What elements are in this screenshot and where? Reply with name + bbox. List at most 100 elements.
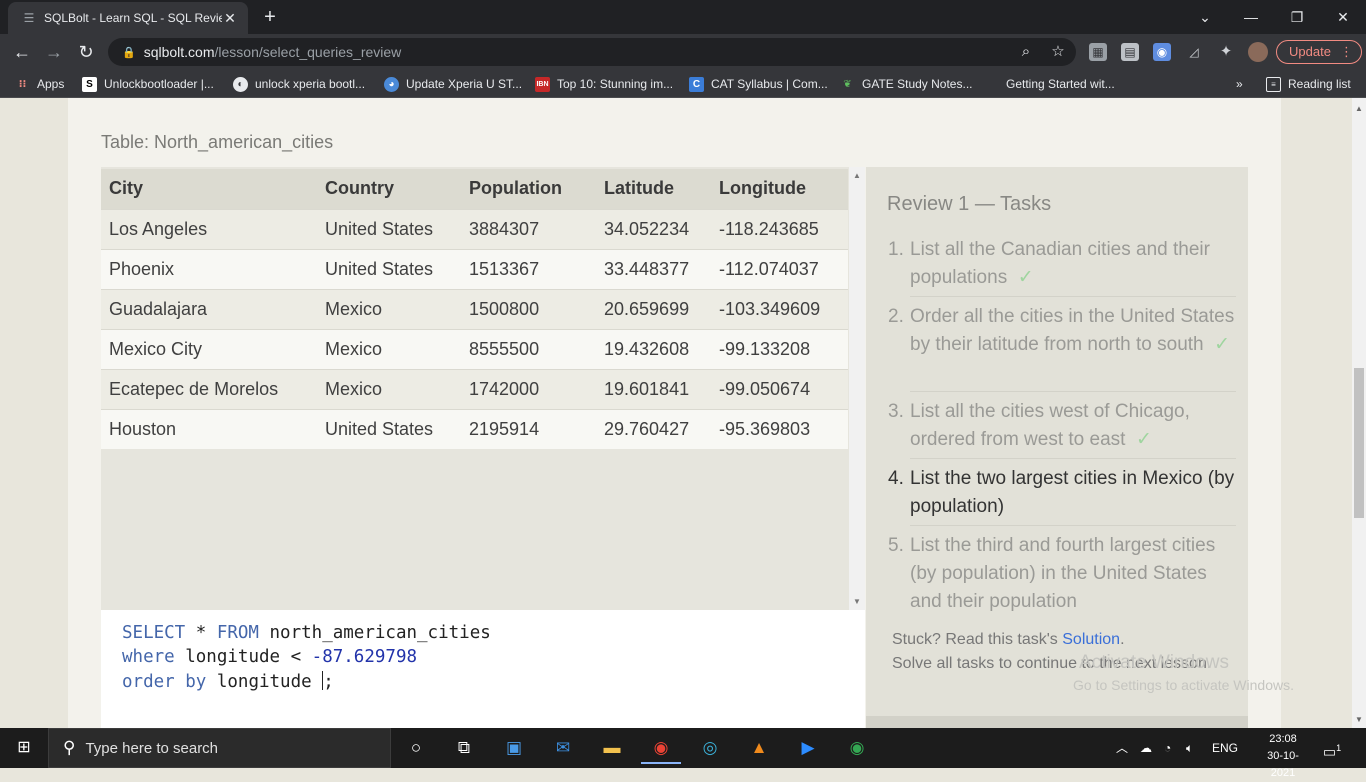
page-scrollbar[interactable]: ▲ ▼ — [1352, 98, 1366, 728]
wifi-icon[interactable]: ◔ — [1164, 728, 1171, 768]
table-cell: Mexico — [317, 368, 461, 409]
solution-link[interactable]: Solution — [1062, 631, 1120, 648]
stuck-suffix: . — [1120, 631, 1125, 648]
task-item-3[interactable]: 3. List all the cities west of Chicago, o… — [888, 398, 1236, 454]
scroll-down-arrow-icon[interactable]: ▼ — [853, 597, 861, 606]
table-cell: 3884307 — [461, 208, 596, 249]
new-tab-button[interactable]: + — [258, 5, 282, 29]
task-text: List all the cities west of Chicago, ord… — [910, 398, 1236, 454]
task-number: 2. — [888, 306, 904, 327]
table-cell: United States — [317, 408, 461, 449]
table-cell: United States — [317, 208, 461, 249]
page-scrollbar-thumb[interactable] — [1354, 368, 1364, 518]
extensions-icon[interactable]: ✦ — [1217, 43, 1235, 61]
windows-start-icon[interactable]: ⊞ — [0, 728, 48, 768]
bookmark-unlockbootloader[interactable]: S Unlockbootloader |... — [82, 74, 214, 94]
extension-camera-icon[interactable]: ◉ — [1153, 43, 1171, 61]
bookmark-getting-started[interactable]: Getting Started wit... — [984, 74, 1115, 94]
more-menu-icon: ⋮ — [1340, 44, 1353, 59]
bookmark-gate-notes[interactable]: ❦ GATE Study Notes... — [840, 74, 972, 94]
back-arrow-icon[interactable]: ← — [10, 40, 34, 64]
address-bar[interactable]: 🔒 sqlbolt.com/lesson/select_queries_revi… — [108, 38, 1076, 66]
table-row: Ecatepec de Morelos Mexico 1742000 19.60184… — [101, 368, 848, 409]
scroll-up-arrow-icon[interactable]: ▲ — [853, 171, 861, 180]
code-line-2: where longitude < -87.629798 — [122, 647, 417, 667]
extension-chart-icon[interactable]: ◿ — [1185, 43, 1203, 61]
sql-text: ; — [323, 672, 334, 692]
reading-list-button[interactable]: ≡ Reading list — [1266, 74, 1351, 94]
s-logo-icon: S — [82, 76, 97, 92]
sql-text: north_american_cities — [258, 623, 491, 643]
bookmark-star-icon[interactable]: ☆ — [1048, 42, 1068, 62]
bookmark-top-10[interactable]: IBN Top 10: Stunning im... — [535, 74, 673, 94]
task-text: Order all the cities in the United State… — [910, 303, 1236, 359]
notification-count: 1 — [1336, 743, 1342, 753]
task-item-1[interactable]: 1. List all the Canadian cities and their… — [888, 236, 1236, 292]
more-bookmarks-icon[interactable]: » — [1236, 74, 1243, 94]
checkmark-icon: ✓ — [1017, 267, 1034, 288]
close-window-button[interactable]: ✕ — [1320, 0, 1366, 34]
forward-arrow-icon[interactable]: → — [42, 40, 66, 64]
zoom-icon[interactable]: ⌕ — [1016, 42, 1036, 62]
bookmark-update-xperia[interactable]: ◕ Update Xperia U ST... — [384, 74, 522, 94]
task-item-5[interactable]: 5. List the third and fourth largest citi… — [888, 532, 1236, 616]
chrome-icon[interactable]: ◉ — [641, 732, 681, 764]
extension-document-icon[interactable]: ▤ — [1121, 43, 1139, 61]
bookmark-label: Apps — [37, 77, 65, 91]
tab-search-dropdown-icon[interactable]: ⌄ — [1182, 0, 1228, 34]
extension-puzzle-piece-icon[interactable]: ▦ — [1089, 43, 1107, 61]
activate-windows-watermark: Activate Windows Go to Settings to activ… — [1073, 652, 1294, 696]
task-item-4[interactable]: 4. List the two largest cities in Mexico … — [888, 465, 1236, 521]
notification-center-icon[interactable]: ▭1 — [1320, 738, 1344, 760]
checkmark-icon: ✓ — [1214, 334, 1231, 355]
onedrive-icon[interactable]: ☁ — [1140, 728, 1152, 768]
volume-icon[interactable]: 🔈︎ — [1186, 728, 1193, 768]
language-indicator[interactable]: ENG — [1212, 728, 1238, 768]
watermark-subtitle: Go to Settings to activate Windows. — [1073, 677, 1294, 693]
bookmark-label: Top 10: Stunning im... — [557, 77, 674, 91]
search-placeholder: Type here to search — [85, 739, 219, 757]
tab-close-icon[interactable]: ✕ — [222, 10, 238, 27]
restore-button[interactable]: ❐ — [1274, 0, 1320, 34]
bookmark-unlock-xperia[interactable]: ◐ unlock xperia bootl... — [233, 74, 365, 94]
profile-avatar[interactable] — [1248, 42, 1268, 62]
tasks-heading: Review 1 — Tasks — [887, 193, 1052, 215]
cortana-icon[interactable]: ○ — [396, 732, 436, 764]
code-line-1: SELECT * FROM north_american_cities — [122, 623, 491, 643]
system-clock[interactable]: 23:08 30-10-2021 — [1258, 731, 1308, 782]
ibn-logo-icon: IBN — [535, 76, 550, 92]
page-scroll-down-icon[interactable]: ▼ — [1355, 715, 1363, 724]
taskbar-search-box[interactable]: ⚲ Type here to search — [48, 728, 391, 768]
tray-overflow-icon[interactable]: ︿ — [1116, 728, 1128, 768]
table-header-row: City Country Population Latitude Longitu… — [101, 169, 848, 209]
column-header-longitude: Longitude — [711, 169, 848, 209]
minimize-button[interactable]: — — [1228, 0, 1274, 34]
reading-list-label: Reading list — [1288, 77, 1351, 91]
edge-icon[interactable]: ◎ — [690, 732, 730, 764]
chrome-profile-icon[interactable]: ◉ — [837, 732, 877, 764]
browser-tab[interactable]: ☰ SQLBolt - Learn SQL - SQL Review ✕ — [8, 2, 248, 34]
task-item-2[interactable]: 2. Order all the cities in the United Sta… — [888, 303, 1236, 359]
vlc-icon[interactable]: ▲ — [739, 732, 779, 764]
task-divider — [910, 296, 1236, 297]
task-view-icon[interactable]: ⧉ — [444, 732, 484, 764]
table-row: Mexico City Mexico 8555500 19.432608 -99.133… — [101, 328, 848, 369]
bookmark-label: GATE Study Notes... — [862, 77, 973, 91]
task-number: 4. — [888, 468, 904, 489]
reload-icon[interactable]: ↻ — [74, 40, 98, 64]
file-explorer-icon[interactable]: ▬ — [592, 732, 632, 764]
sql-text: longitude — [206, 672, 323, 692]
bookmark-cat-syllabus[interactable]: C CAT Syllabus | Com... — [689, 74, 828, 94]
page-scroll-up-icon[interactable]: ▲ — [1355, 104, 1363, 113]
reading-list-icon: ≡ — [1266, 76, 1281, 92]
table-cell: -118.243685 — [711, 208, 848, 249]
update-button[interactable]: Update ⋮ — [1276, 40, 1362, 64]
clock-time: 23:08 — [1269, 733, 1297, 745]
bookmark-apps[interactable]: ⁝⁝ Apps — [15, 74, 65, 94]
zoom-app-icon[interactable]: ▶ — [788, 732, 828, 764]
mail-icon[interactable]: ✉ — [543, 732, 583, 764]
watermark-title: Activate Windows — [1079, 652, 1229, 673]
task-number: 3. — [888, 401, 904, 422]
results-scrollbar[interactable]: ▲ ▼ — [849, 167, 865, 610]
store-icon[interactable]: ▣ — [494, 732, 534, 764]
